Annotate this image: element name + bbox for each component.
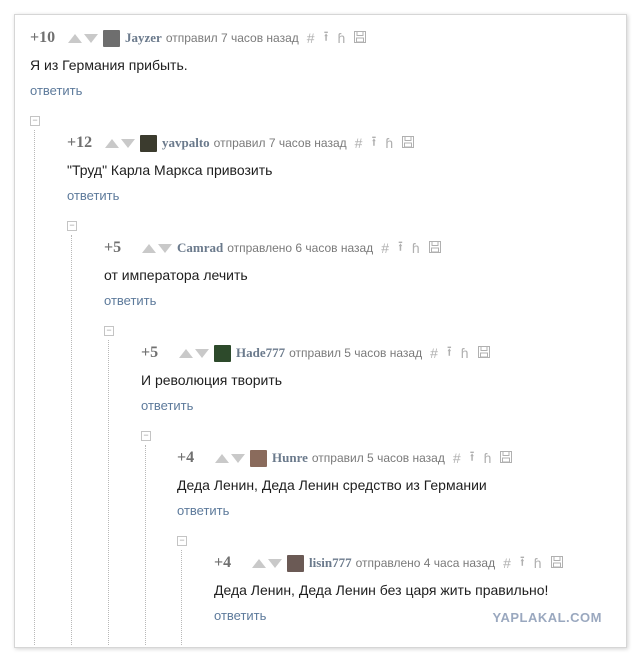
up-icon[interactable]: ⭱ — [447, 341, 452, 365]
downvote-icon[interactable] — [84, 33, 98, 43]
upvote-icon[interactable] — [252, 558, 266, 568]
avatar[interactable] — [287, 554, 304, 572]
save-icon[interactable] — [500, 450, 513, 466]
downvote-icon[interactable] — [268, 558, 282, 568]
downvote-icon[interactable] — [158, 243, 172, 253]
site-watermark: YAPLAKAL.COM — [492, 610, 602, 625]
upvote-icon[interactable] — [142, 243, 156, 253]
reply-link[interactable]: ответить — [177, 503, 512, 518]
up-icon[interactable]: ⭱ — [470, 446, 475, 470]
posted-time: отправил 5 часов назад — [289, 346, 423, 360]
upvote-icon[interactable] — [215, 453, 229, 463]
reply-link[interactable]: ответить — [104, 293, 441, 308]
thread-icon[interactable]: ɦ — [461, 345, 469, 361]
hash-icon[interactable]: # — [307, 30, 315, 46]
save-icon[interactable] — [477, 345, 490, 361]
posted-time: отправил 5 часов назад — [311, 451, 445, 465]
collapse-icon[interactable]: − — [141, 431, 151, 441]
comment: +5 Camrad отправлено 6 часов назад # ⭱ ɦ… — [104, 238, 441, 308]
thread-line — [108, 340, 109, 645]
score: +4 — [177, 449, 195, 466]
username-link[interactable]: Jayzer — [125, 30, 162, 46]
hash-icon[interactable]: # — [453, 450, 461, 466]
comment-text: Деда Ленин, Деда Ленин средство из Герма… — [177, 477, 487, 493]
comment: +5 Hade777 отправил 5 часов назад # ⭱ ɦ … — [141, 343, 490, 413]
posted-time: отправил 7 часов назад — [165, 31, 299, 45]
downvote-icon[interactable] — [195, 348, 209, 358]
score: +5 — [141, 344, 159, 361]
up-icon[interactable]: ⭱ — [324, 26, 329, 50]
hash-icon[interactable]: # — [430, 345, 438, 361]
thread-icon[interactable]: ɦ — [412, 240, 420, 256]
avatar[interactable] — [103, 29, 120, 47]
collapse-icon[interactable]: − — [104, 326, 114, 336]
score: +4 — [214, 554, 232, 571]
posted-time: отправил 7 часов назад — [213, 136, 347, 150]
reply-link[interactable]: ответить — [141, 398, 490, 413]
save-icon[interactable] — [428, 240, 441, 256]
comment: +10 Jayzer отправил 7 часов назад # ⭱ ɦ … — [30, 26, 367, 98]
collapse-icon[interactable]: − — [30, 116, 40, 126]
comment: +4 Hunre отправил 5 часов назад # ⭱ ɦ Де… — [177, 446, 513, 518]
collapse-icon[interactable]: − — [67, 221, 77, 231]
thread-line — [71, 235, 72, 645]
username-link[interactable]: Hunre — [272, 450, 308, 466]
upvote-icon[interactable] — [179, 348, 193, 358]
comments-frame: +10 Jayzer отправил 7 часов назад # ⭱ ɦ … — [14, 14, 627, 648]
up-icon[interactable]: ⭱ — [371, 131, 376, 155]
score: +5 — [104, 239, 122, 256]
comment: +12 yavpalto отправил 7 часов назад # ⭱ … — [67, 131, 415, 203]
thread-icon[interactable]: ɦ — [534, 555, 542, 571]
score: +10 — [30, 29, 56, 46]
score: +12 — [67, 134, 93, 151]
avatar[interactable] — [250, 449, 267, 467]
avatar[interactable] — [140, 134, 157, 152]
save-icon[interactable] — [354, 30, 367, 46]
username-link[interactable]: Camrad — [177, 240, 223, 256]
up-icon[interactable]: ⭱ — [520, 551, 525, 575]
upvote-icon[interactable] — [68, 33, 82, 43]
downvote-icon[interactable] — [121, 138, 135, 148]
username-link[interactable]: Hade777 — [236, 345, 285, 361]
thread-icon[interactable]: ɦ — [385, 135, 393, 151]
posted-time: отправлено 4 часа назад — [355, 556, 496, 570]
thread-line — [34, 130, 35, 645]
comment-text: И революция творить — [141, 372, 283, 388]
up-icon[interactable]: ⭱ — [398, 236, 403, 260]
hash-icon[interactable]: # — [381, 240, 389, 256]
upvote-icon[interactable] — [105, 138, 119, 148]
thread-line — [181, 550, 182, 645]
comment-text: Деда Ленин, Деда Ленин без царя жить пра… — [214, 582, 549, 598]
avatar[interactable] — [214, 344, 231, 362]
username-link[interactable]: yavpalto — [162, 135, 210, 151]
hash-icon[interactable]: # — [355, 135, 363, 151]
username-link[interactable]: lisin777 — [309, 555, 352, 571]
comment-text: "Труд" Карла Маркса привозить — [67, 162, 273, 178]
thread-icon[interactable]: ɦ — [337, 30, 345, 46]
posted-time: отправлено 6 часов назад — [227, 241, 374, 255]
collapse-icon[interactable]: − — [177, 536, 187, 546]
hash-icon[interactable]: # — [503, 555, 511, 571]
reply-link[interactable]: ответить — [67, 188, 414, 203]
thread-line — [145, 445, 146, 645]
reply-link[interactable]: ответить — [30, 83, 366, 98]
downvote-icon[interactable] — [231, 453, 245, 463]
comment-text: Я из Германия прибыть. — [30, 57, 188, 73]
thread-icon[interactable]: ɦ — [484, 450, 492, 466]
save-icon[interactable] — [402, 135, 415, 151]
comment-text: от императора лечить — [104, 267, 248, 283]
save-icon[interactable] — [550, 555, 563, 571]
